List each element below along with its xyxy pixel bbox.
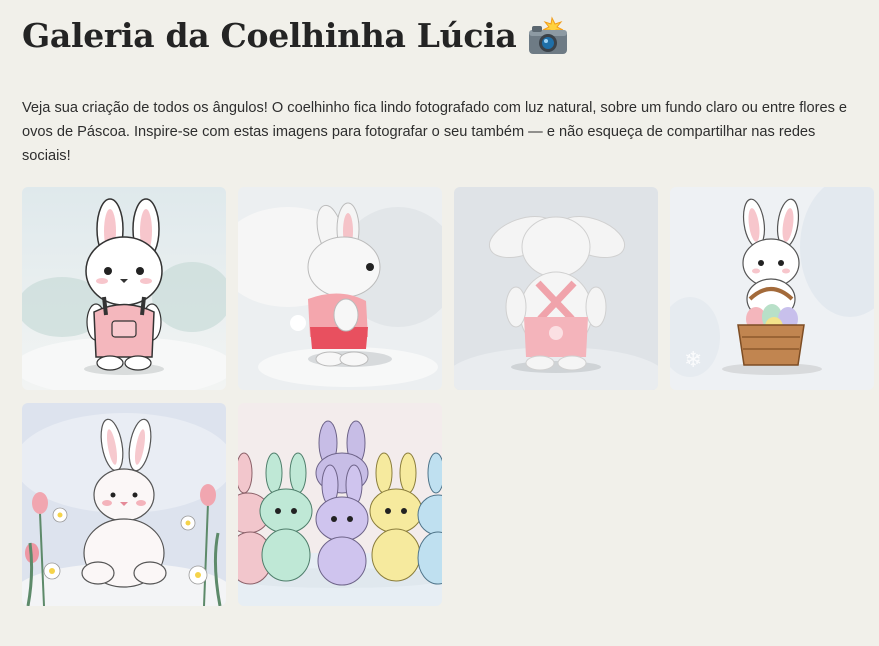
page: Galeria da Coelhinha Lúcia Veja sua cria… <box>0 0 879 168</box>
gallery-image-back-view[interactable] <box>454 187 658 390</box>
intro-paragraph: Veja sua criação de todos os ângulos! O … <box>22 100 848 164</box>
page-title: Galeria da Coelhinha Lúcia <box>22 0 857 58</box>
gallery-image-bunny-group[interactable] <box>238 403 442 606</box>
gallery-image-front-view[interactable] <box>22 187 226 390</box>
page-title-text: Galeria da Coelhinha Lúcia <box>22 16 517 55</box>
gallery-image-easter-basket[interactable]: ❄ <box>670 187 874 390</box>
gallery-image-tulips[interactable] <box>22 403 226 606</box>
photo-gallery: ❄ <box>22 187 874 606</box>
camera-flash-icon <box>526 16 570 56</box>
svg-text:❄: ❄ <box>684 348 702 373</box>
gallery-image-side-view[interactable] <box>238 187 442 390</box>
